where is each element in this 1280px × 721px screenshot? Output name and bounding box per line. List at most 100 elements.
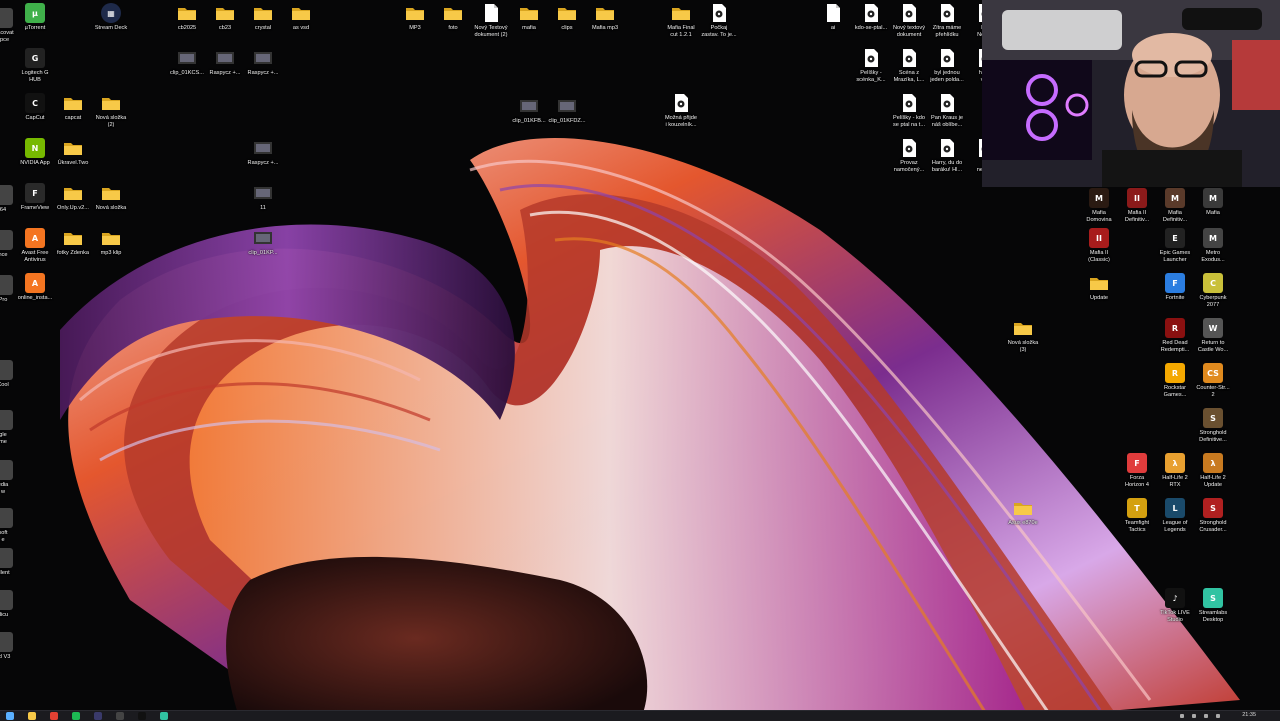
desktop-icon-raspycz[interactable]: Raspycz +...	[204, 48, 246, 77]
desktop-icon-counter-str-2[interactable]: CS Counter-Str... 2	[1192, 363, 1234, 399]
desktop-icon-half-life-2-update[interactable]: λ Half-Life 2 Update	[1192, 453, 1234, 489]
desktop-icon-clip-01kfdz[interactable]: clip_01KFDZ...	[546, 96, 588, 125]
desktop-icon-cropped-8[interactable]: allent	[0, 548, 24, 577]
desktop-icon-ai-0[interactable]: ai	[812, 3, 854, 32]
desktop-icon-red-dead-redempti[interactable]: R Red Dead Redempti...	[1154, 318, 1196, 354]
desktop-icon-capcut[interactable]: C CapCut	[14, 93, 56, 122]
desktop-icon-torrent[interactable]: µ µTorrent	[14, 3, 56, 32]
desktop-icon-clip-01kfb[interactable]: clip_01KFB...	[508, 96, 550, 125]
desktop-icon-cb2025[interactable]: cb2025	[166, 3, 208, 32]
desktop-icon-mafia[interactable]: M Mafia	[1192, 188, 1234, 217]
mp3-klip-icon	[102, 233, 120, 245]
desktop-icon-11[interactable]: 11	[242, 183, 284, 212]
desktop-icon-cropped-7[interactable]: soft e	[0, 508, 24, 544]
desktop-icon-online-insta[interactable]: Aonline_insta...	[14, 273, 56, 302]
desktop-icon-mafia-mp3-5[interactable]: Mafia mp3	[584, 3, 626, 32]
icon-label: Cool	[0, 382, 9, 388]
capcut-icon[interactable]	[138, 712, 146, 720]
desktop-icon-fotky-zdenka[interactable]: fotky Zdenka	[52, 228, 94, 257]
start-icon[interactable]	[6, 712, 14, 720]
desktop-icon-mafia-3[interactable]: mafia	[508, 3, 550, 32]
desktop-icon-teamfight-tactics[interactable]: T Teamfight Tactics	[1116, 498, 1158, 534]
desktop-icon-nova-slozka-3[interactable]: Nová složka (3)	[1002, 318, 1044, 354]
desktop-icon-nov-textov-dokument-2-2[interactable]: Nový Textový dokument (2)	[470, 3, 512, 39]
desktop-icon-kravel-two[interactable]: Úkravel.Two	[52, 138, 94, 167]
desktop-icon-sc-na-z-mraz-ka-l-6[interactable]: Scéna z Mrazíka, L...	[888, 48, 930, 84]
desktop-icon-pan-kraus-je-n-obl-be-10[interactable]: Pan Kraus je náš oblíbe...	[926, 93, 968, 129]
icon-label: NVIDIA App	[20, 160, 50, 166]
desktop-icon-cropped-4[interactable]: Cool	[0, 360, 24, 389]
desktop-icon-avast-free-antivirus[interactable]: A Avast Free Antivirus	[14, 228, 56, 264]
desktop-icon-mafia-ii-classic[interactable]: II Mafia II (Classic)	[1078, 228, 1120, 264]
desktop-icon-cb23[interactable]: cb23	[204, 3, 246, 32]
desktop-icon-mozna-prijde[interactable]: Možná přijde i kouzelník...	[660, 93, 702, 129]
spotify-icon[interactable]	[72, 712, 80, 720]
volume-icon[interactable]	[1204, 714, 1208, 718]
desktop-icon-logitech-g-hub[interactable]: G Logitech G HUB	[14, 48, 56, 84]
desktop-icon-mp3-0[interactable]: MP3	[394, 3, 436, 32]
battery-icon[interactable]	[1216, 714, 1220, 718]
desktop-icon-mafia-final-cut-1-2-1-6[interactable]: Mafia Final cut 1.2.1	[660, 3, 702, 39]
desktop-icon-harry-du-do-bar-ku-hl-12[interactable]: Harry, du do baráku! Hl...	[926, 138, 968, 174]
desktop-icon-nov-slo-ka-2[interactable]: Nová složka (2)	[90, 93, 132, 129]
streamlabs-icon[interactable]	[160, 712, 168, 720]
desktop-icon-nov-slo-ka[interactable]: Nová složka	[90, 183, 132, 212]
harry-du-do-bar-ku-hl-12-icon	[941, 139, 954, 157]
desktop-icon-fortnite[interactable]: F Fortnite	[1154, 273, 1196, 302]
desktop-icon-pel-ky-kdo-se-ptal-na-t-9[interactable]: Pelíšky - kdo se ptal na t...	[888, 93, 930, 129]
desktop-icon-nvidia-app[interactable]: N NVIDIA App	[14, 138, 56, 167]
desktop-icon-cropped-6[interactable]: edia w	[0, 460, 24, 496]
network-icon[interactable]	[1192, 714, 1196, 718]
desktop-icon-clips-4[interactable]: clips	[546, 3, 588, 32]
desktop-icon-metro-exodus[interactable]: M Metro Exodus...	[1192, 228, 1234, 264]
desktop-icon-return-to-castle-wo[interactable]: W Return to Castle Wo...	[1192, 318, 1234, 354]
tray-chevron-icon[interactable]	[1180, 714, 1184, 718]
forza-horizon-4-icon: F	[1127, 453, 1147, 473]
desktop-icon-stronghold-crusader[interactable]: S Stronghold Crusader...	[1192, 498, 1234, 534]
desktop-icon-crystal[interactable]: crystal	[242, 3, 284, 32]
chrome-icon[interactable]	[50, 712, 58, 720]
desktop-icon-league-of-legends[interactable]: L League of Legends	[1154, 498, 1196, 534]
desktop-icon-foto-1[interactable]: foto	[432, 3, 474, 32]
desktop-icon-asus-e870e[interactable]: Asus e870e	[1002, 498, 1044, 527]
desktop-icon-streamlabs-desktop[interactable]: S Streamlabs Desktop	[1192, 588, 1234, 624]
desktop-icon-mp3-klip[interactable]: mp3 klip	[90, 228, 132, 257]
desktop-icon-rockstar-games[interactable]: R Rockstar Games...	[1154, 363, 1196, 399]
desktop-icon-raspycz[interactable]: Raspycz +...	[242, 48, 284, 77]
desktop-icon-half-life-2-rtx[interactable]: λ Half-Life 2 RTX	[1154, 453, 1196, 489]
desktop-icon-po-kaj-zastav-to-je-7[interactable]: Počkaj zastav. To je...	[698, 3, 740, 39]
desktop-icon-cropped-5[interactable]: gle me	[0, 410, 24, 446]
icon-label: clip_01KFB...	[512, 118, 546, 124]
desktop-icon-z-tra-m-me-p-ehl-dku-3[interactable]: Zítra máme přehlídku	[926, 3, 968, 39]
desktop-icon-only-up-v2[interactable]: Only.Up.v2...	[52, 183, 94, 212]
desktop-icon-kdo-se-ptal-1[interactable]: kdo-se-ptal...	[850, 3, 892, 32]
nov-slo-ka-2-icon	[102, 98, 120, 110]
desktop-icon-clip-01kcs[interactable]: clip_01KCS...	[166, 48, 208, 77]
desktop-icon-tiktok-live-studio[interactable]: ♪ TikTok LIVE Studio	[1154, 588, 1196, 624]
stream-deck-icon[interactable]	[94, 712, 102, 720]
desktop-icon-cyberpunk-2077[interactable]: C Cyberpunk 2077	[1192, 273, 1234, 309]
desktop-icon-forza-horizon-4[interactable]: F Forza Horizon 4	[1116, 453, 1158, 489]
desktop-icon-pel-ky-sc-nka-k-5[interactable]: Pelíšky - scénka_K...	[850, 48, 892, 84]
desktop-icon-byl-jednou-jeden-polda-7[interactable]: byl jednou jeden polda...	[926, 48, 968, 84]
desktop-icon-raspycz[interactable]: Raspycz +...	[242, 138, 284, 167]
desktop-icon-cropped-9[interactable]: dicu	[0, 590, 24, 619]
desktop-icon-mafia-definitiv[interactable]: M Mafia Definitiv...	[1154, 188, 1196, 224]
desktop-icon-as-vsd[interactable]: as vsd	[280, 3, 322, 32]
desktop-icon-mafia-ii-definitiv[interactable]: II Mafia II Definitiv...	[1116, 188, 1158, 224]
desktop-icon-frameview[interactable]: F FrameView	[14, 183, 56, 212]
desktop-icon-nov-textov-dokument-2[interactable]: Nový textový dokument	[888, 3, 930, 39]
desktop-icon-cropped-10[interactable]: od V3	[0, 632, 24, 661]
desktop-icon-clip-01kp[interactable]: clip_01KP...	[242, 228, 284, 257]
desktop-icon-mafia-domovina[interactable]: M Mafia Domovina	[1078, 188, 1120, 224]
desktop-icon-epic-games-launcher[interactable]: E Epic Games Launcher	[1154, 228, 1196, 264]
obs-icon[interactable]	[116, 712, 124, 720]
desktop-icon-stream-deck[interactable]: ▦ Stream Deck	[90, 3, 132, 32]
explorer-icon[interactable]	[28, 712, 36, 720]
desktop-icon-stronghold-definitive[interactable]: S Stronghold Definitive...	[1192, 408, 1234, 444]
desktop-icon-provaz-namo-en-11[interactable]: Provaz namočený...	[888, 138, 930, 174]
teamfight-tactics-icon: T	[1127, 498, 1147, 518]
taskbar-clock[interactable]: 21:35	[1242, 711, 1256, 720]
desktop-icon-capcat[interactable]: capcat	[52, 93, 94, 122]
desktop-icon-update[interactable]: Update	[1078, 273, 1120, 302]
